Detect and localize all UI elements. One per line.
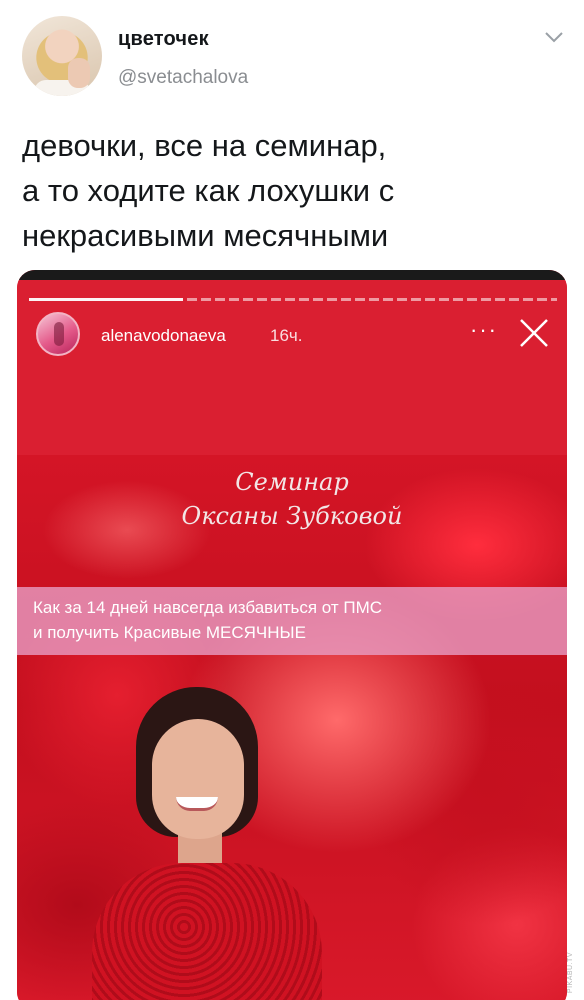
story-progress-segment xyxy=(29,298,183,301)
tweet-text-line: некрасивыми месячными xyxy=(22,218,389,253)
presenter-dress xyxy=(92,863,322,1000)
story-username[interactable]: alenavodonaeva xyxy=(101,326,226,346)
chevron-down-icon[interactable] xyxy=(544,30,564,44)
promo-line: Как за 14 дней навсегда избавиться от ПМ… xyxy=(33,598,383,617)
author-handle[interactable]: @svetachalova xyxy=(118,67,248,89)
tweet-text-line: а то ходите как лохушки с xyxy=(22,173,395,208)
story-time: 16ч. xyxy=(270,326,303,345)
presenter-photo xyxy=(92,687,342,1000)
promo-line: и получить Красивые МЕСЯЧНЫЕ xyxy=(33,623,306,642)
seminar-title: Семинар xyxy=(235,468,349,496)
author-avatar[interactable] xyxy=(22,16,102,96)
tweet-text-line: девочки, все на семинар, xyxy=(22,128,387,163)
author-name[interactable]: цветочек xyxy=(118,28,209,51)
story-image[interactable]: alenavodonaeva 16ч. ··· Семинар Оксаны З… xyxy=(17,270,567,1000)
seminar-author: Оксаны Зубковой xyxy=(181,502,403,530)
avatar-hand xyxy=(68,58,90,88)
presenter-face xyxy=(152,719,244,839)
tweet-text: девочки, все на семинар, а то ходите как… xyxy=(22,123,562,258)
seminar-poster: Семинар Оксаны Зубковой Как за 14 дней н… xyxy=(17,455,567,1000)
promo-banner: Как за 14 дней навсегда избавиться от ПМ… xyxy=(17,587,567,655)
more-icon[interactable]: ··· xyxy=(470,319,498,341)
story-header: alenavodonaeva 16ч. ··· xyxy=(17,270,567,455)
story-progress-segment xyxy=(187,298,557,301)
watermark: PIKABU.TV xyxy=(567,952,574,994)
close-icon[interactable] xyxy=(517,316,551,350)
story-avatar[interactable] xyxy=(36,312,80,356)
